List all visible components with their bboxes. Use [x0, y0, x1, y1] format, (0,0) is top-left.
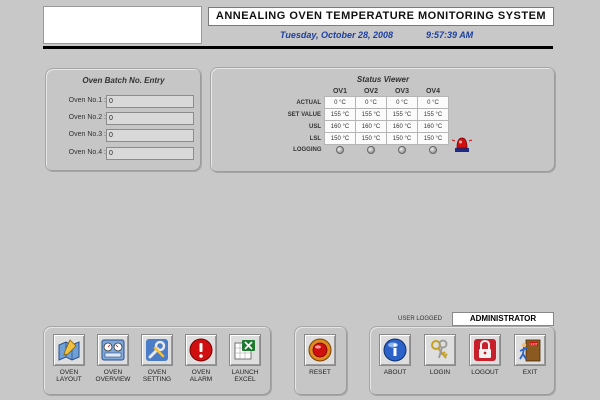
oven-layout-label: LAYOUT	[56, 376, 82, 383]
oven-setting-button[interactable]: OVEN SETTING	[138, 334, 176, 383]
oven-overview-label: OVEN	[103, 369, 123, 376]
column-header: OV4	[425, 87, 440, 95]
reset-label: RESET	[309, 369, 331, 376]
status-cell: 160 °C	[417, 120, 449, 133]
row-label: ACTUAL	[296, 99, 321, 106]
oven-setting-label: OVEN	[147, 369, 167, 376]
row-label: LOGGING	[293, 147, 322, 154]
column-header: OV1	[332, 87, 347, 95]
oven-setting-label: SETTING	[142, 376, 172, 383]
column-header: OV2	[363, 87, 378, 95]
status-cell: 160 °C	[355, 120, 387, 133]
status-cell: 0 °C	[417, 96, 449, 109]
status-cell: 0 °C	[355, 96, 387, 109]
login-label: LOGIN	[429, 369, 451, 376]
launch-excel-label: LAUNCH	[231, 369, 259, 376]
status-header-row: OV1 OV2 OV3 OV4	[275, 86, 449, 97]
login-button[interactable]: LOGIN	[421, 334, 459, 376]
oven-layout-button[interactable]: OVEN LAYOUT	[50, 334, 88, 383]
status-cell: 150 °C	[386, 132, 418, 145]
wrench-tools-icon	[146, 339, 168, 361]
app-title: ANNEALING OVEN TEMPERATURE MONITORING SY…	[208, 7, 554, 26]
alarm-beacon-icon	[451, 137, 473, 152]
status-viewer-panel: Status Viewer OV1 OV2 OV3 OV4 ACTUAL 0 °…	[210, 67, 556, 173]
batch-label: Oven No.3 :	[68, 131, 106, 138]
status-cell: 155 °C	[386, 108, 418, 121]
logging-indicator-icon	[336, 145, 344, 154]
reset-knob-icon	[308, 338, 332, 362]
batch-label: Oven No.4 :	[68, 149, 106, 156]
current-date: Tuesday, October 28, 2008	[280, 30, 394, 40]
status-cell: 160 °C	[386, 120, 418, 133]
oven-alarm-label: ALARM	[189, 376, 213, 383]
batch-label: Oven No.2 :	[68, 114, 106, 121]
exit-door-icon: EXIT	[519, 339, 541, 362]
status-cell: 150 °C	[417, 132, 449, 145]
batch-label: Oven No.1 :	[68, 97, 106, 104]
keys-icon	[431, 339, 448, 359]
status-cell: 155 °C	[417, 108, 449, 121]
info-icon	[383, 338, 407, 362]
oven-layout-label: OVEN	[59, 369, 79, 376]
logout-label: LOGOUT	[471, 369, 499, 376]
current-time: 9:57:39 AM	[426, 30, 474, 40]
status-cell: 155 °C	[324, 108, 356, 121]
row-label: USL	[309, 123, 321, 130]
overview-gauges-icon	[101, 339, 125, 361]
exit-sign: EXIT	[530, 342, 537, 346]
alarm-exclamation-icon	[189, 338, 213, 362]
about-label: ABOUT	[383, 369, 407, 376]
row-label: SET VALUE	[287, 111, 321, 118]
status-cell: 150 °C	[324, 132, 356, 145]
batch-input-oven3[interactable]: 0	[106, 129, 194, 142]
status-viewer-title: Status Viewer	[356, 75, 410, 84]
logging-indicator-icon	[398, 145, 406, 154]
status-row-actual: ACTUAL 0 °C 0 °C 0 °C 0 °C	[275, 96, 449, 109]
user-logged-value: ADMINISTRATOR	[452, 312, 554, 326]
status-row-lsl: LSL 150 °C 150 °C 150 °C 150 °C	[275, 132, 449, 145]
oven-alarm-button[interactable]: OVEN ALARM	[182, 334, 220, 383]
logging-indicator-icon	[429, 145, 437, 154]
about-button[interactable]: ABOUT	[376, 334, 414, 376]
oven-overview-label: OVERVIEW	[95, 376, 131, 383]
header-divider	[43, 46, 553, 49]
batch-input-oven1[interactable]: 0	[106, 95, 194, 108]
exit-label: EXIT	[522, 369, 538, 376]
excel-icon	[234, 340, 255, 360]
reset-button[interactable]: RESET	[301, 334, 339, 376]
batch-entry-panel: Oven Batch No. Entry Oven No.1 : 0 Oven …	[45, 68, 202, 172]
user-logged-label: USER LOGGED	[398, 316, 443, 322]
status-table: OV1 OV2 OV3 OV4 ACTUAL 0 °C 0 °C 0 °C 0 …	[275, 86, 449, 156]
logging-indicator-icon	[367, 145, 375, 154]
logout-button[interactable]: LOGOUT	[466, 334, 504, 376]
status-cell: 0 °C	[386, 96, 418, 109]
launch-excel-button[interactable]: LAUNCH EXCEL	[226, 334, 264, 383]
status-cell: 155 °C	[355, 108, 387, 121]
status-cell: 0 °C	[324, 96, 356, 109]
status-cell: 150 °C	[355, 132, 387, 145]
oven-alarm-label: OVEN	[191, 369, 211, 376]
oven-overview-button[interactable]: OVEN OVERVIEW	[94, 334, 132, 383]
launch-excel-label: EXCEL	[234, 376, 256, 383]
status-row-usl: USL 160 °C 160 °C 160 °C 160 °C	[275, 120, 449, 133]
padlock-icon	[474, 339, 496, 361]
exit-button[interactable]: EXIT EXIT	[511, 334, 549, 376]
batch-input-oven2[interactable]: 0	[106, 112, 194, 125]
layout-map-icon	[58, 339, 80, 361]
batch-input-oven4[interactable]: 0	[106, 147, 194, 160]
row-label: LSL	[309, 135, 321, 142]
status-row-set-value: SET VALUE 155 °C 155 °C 155 °C 155 °C	[275, 108, 449, 121]
status-cell: 160 °C	[324, 120, 356, 133]
column-header: OV3	[394, 87, 409, 95]
logo-area	[43, 6, 202, 44]
status-row-logging: LOGGING	[275, 145, 449, 157]
batch-entry-title: Oven Batch No. Entry	[82, 76, 165, 85]
